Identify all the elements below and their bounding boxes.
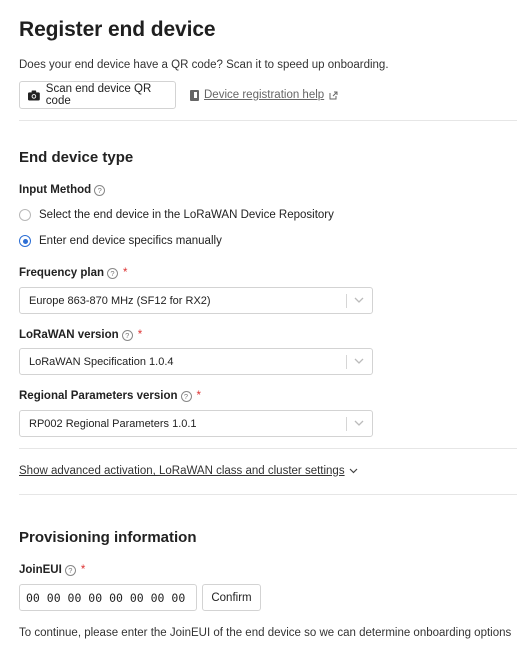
radio-label: Enter end device specifics manually: [39, 235, 222, 247]
confirm-button[interactable]: Confirm: [202, 584, 261, 611]
advanced-settings-label: Show advanced activation, LoRaWAN class …: [19, 465, 345, 477]
select-separator: [346, 355, 347, 369]
required-mark: *: [80, 564, 86, 576]
select-value: Europe 863-870 MHz (SF12 for RX2): [29, 295, 211, 307]
radio-manual-entry[interactable]: Enter end device specifics manually: [19, 235, 222, 247]
section-divider: [19, 120, 517, 121]
help-link-label: Device registration help: [204, 89, 325, 101]
radio-device-repository[interactable]: Select the end device in the LoRaWAN Dev…: [19, 209, 334, 221]
help-icon[interactable]: ?: [121, 329, 133, 341]
lorawan-version-label: LoRaWAN version ? *: [19, 329, 143, 341]
select-separator: [346, 417, 347, 431]
required-mark: *: [137, 329, 143, 341]
help-icon[interactable]: ?: [94, 184, 106, 196]
join-eui-input[interactable]: 00 00 00 00 00 00 00 00: [19, 584, 197, 611]
regional-parameters-label: Regional Parameters version ? *: [19, 390, 201, 402]
camera-icon: [28, 90, 40, 100]
device-registration-help-link[interactable]: Device registration help: [190, 89, 338, 101]
help-icon[interactable]: ?: [107, 267, 118, 279]
radio-button[interactable]: [19, 235, 31, 247]
chevron-down-icon: [349, 468, 358, 474]
section-divider: [19, 448, 517, 449]
frequency-plan-label: Frequency plan ? *: [19, 267, 128, 279]
external-link-icon: [329, 91, 338, 99]
section-divider: [19, 494, 517, 495]
select-separator: [346, 294, 347, 308]
scan-qr-button[interactable]: Scan end device QR code: [19, 81, 176, 109]
chevron-down-icon[interactable]: [354, 297, 364, 304]
frequency-plan-select[interactable]: Europe 863-870 MHz (SF12 for RX2): [19, 287, 373, 314]
book-icon: [190, 89, 199, 101]
select-value: LoRaWAN Specification 1.0.4: [29, 356, 174, 368]
input-method-label: Input Method ?: [19, 184, 106, 196]
radio-label: Select the end device in the LoRaWAN Dev…: [39, 209, 334, 221]
select-value: RP002 Regional Parameters 1.0.1: [29, 418, 197, 430]
lorawan-version-select[interactable]: LoRaWAN Specification 1.0.4: [19, 348, 373, 375]
end-device-type-heading: End device type: [19, 149, 134, 166]
advanced-settings-toggle[interactable]: Show advanced activation, LoRaWAN class …: [19, 465, 358, 477]
provisioning-heading: Provisioning information: [19, 529, 197, 546]
join-eui-label: JoinEUI ? *: [19, 564, 86, 576]
required-mark: *: [123, 267, 128, 279]
required-mark: *: [196, 390, 201, 402]
join-eui-note: To continue, please enter the JoinEUI of…: [19, 627, 512, 639]
chevron-down-icon[interactable]: [354, 358, 364, 365]
page-title: Register end device: [19, 18, 216, 41]
qr-prompt: Does your end device have a QR code? Sca…: [19, 59, 389, 71]
regional-parameters-select[interactable]: RP002 Regional Parameters 1.0.1: [19, 410, 373, 437]
scan-qr-label: Scan end device QR code: [45, 83, 152, 107]
help-icon[interactable]: ?: [180, 390, 192, 402]
help-icon[interactable]: ?: [64, 564, 76, 576]
chevron-down-icon[interactable]: [354, 420, 364, 427]
radio-button[interactable]: [19, 209, 31, 221]
